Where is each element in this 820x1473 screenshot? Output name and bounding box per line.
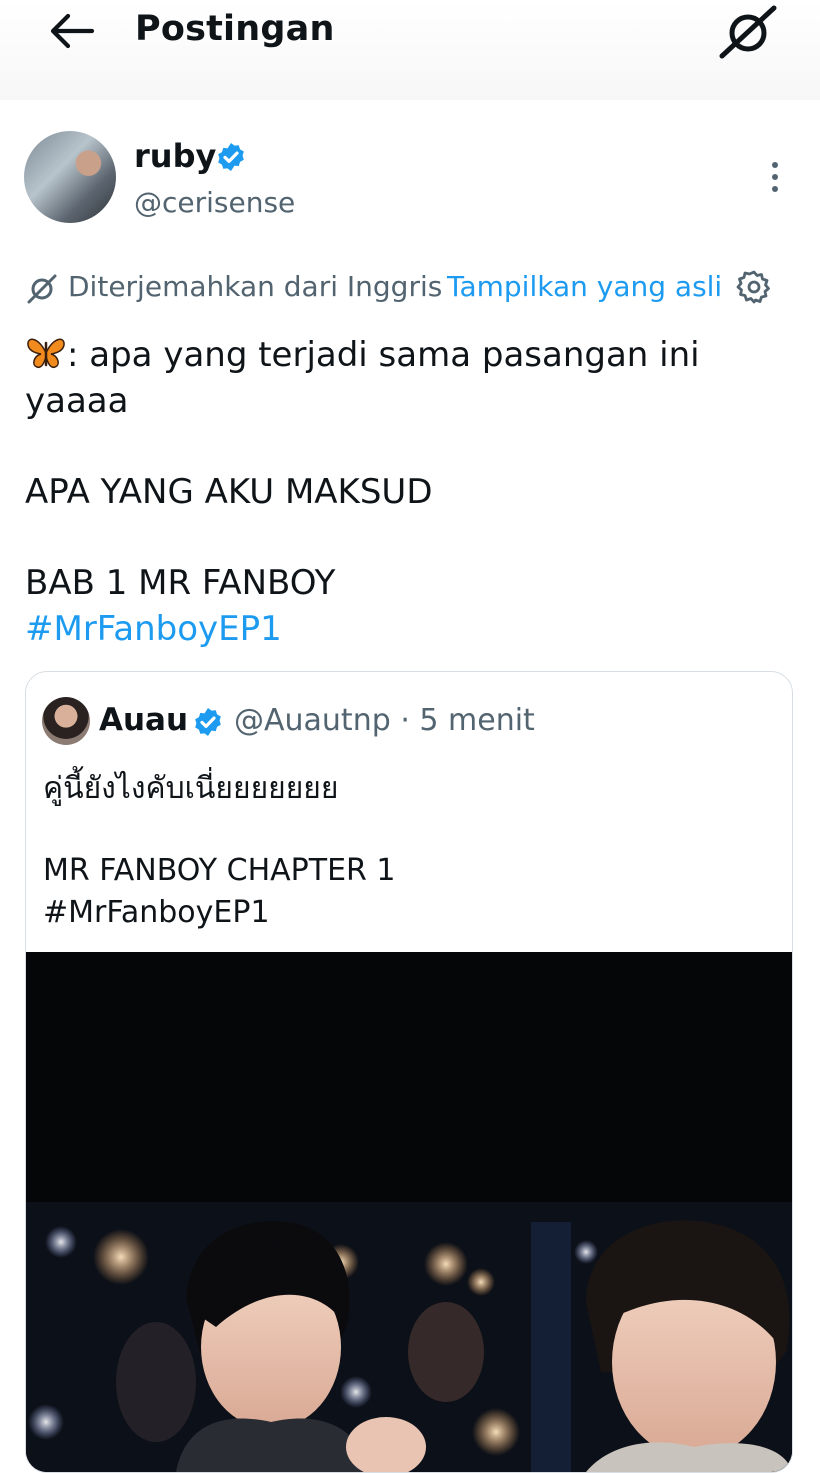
- arrow-left-icon: [50, 13, 95, 49]
- tweet-text: : apa yang terjadi sama pasangan ini yaa…: [25, 332, 785, 652]
- quoted-tweet-time: 5 menit: [419, 703, 535, 738]
- quoted-author-avatar[interactable]: [42, 697, 90, 745]
- quoted-author-display-name: Auau: [99, 702, 189, 738]
- verified-badge-icon: [195, 708, 221, 736]
- more-vertical-icon: [772, 162, 778, 192]
- quoted-author-handle: @Auautnp: [234, 703, 391, 738]
- meta-separator: ·: [400, 703, 420, 738]
- grok-button[interactable]: [716, 2, 780, 62]
- tweet-text-line: : apa yang terjadi sama pasangan ini yaa…: [25, 332, 785, 424]
- author-handle[interactable]: @cerisense: [134, 186, 295, 219]
- author-display-name[interactable]: ruby: [134, 137, 216, 175]
- more-options-button[interactable]: [758, 158, 792, 198]
- translation-settings-button[interactable]: [736, 269, 772, 305]
- translation-label: Diterjemahkan dari Inggris: [68, 270, 443, 303]
- photo-image: [26, 952, 792, 1472]
- author-avatar[interactable]: [24, 131, 116, 223]
- show-original-link[interactable]: Tampilkan yang asli: [447, 270, 722, 303]
- grok-icon: [719, 5, 777, 59]
- butterfly-icon: [27, 338, 65, 369]
- quoted-tweet-card[interactable]: Auau @Auautnp · 5 menit คู่นี้ยังไงคับเน…: [25, 671, 793, 1473]
- quoted-line-2: MR FANBOY CHAPTER 1: [43, 853, 396, 888]
- quoted-tweet-photo[interactable]: [26, 952, 792, 1472]
- grok-translate-icon: [27, 274, 57, 304]
- tweet-line-2: APA YANG AKU MAKSUD: [25, 472, 433, 512]
- tweet-line-3: BAB 1 MR FANBOY: [25, 563, 336, 603]
- gear-icon: [736, 270, 770, 304]
- tweet-line-1: : apa yang terjadi sama pasangan ini yaa…: [25, 335, 700, 421]
- quoted-line-1: คู่นี้ยังไงคับเนี่ยยยยยยย: [43, 771, 339, 806]
- verified-badge-icon: [218, 143, 244, 171]
- quoted-tweet-meta: @Auautnp · 5 menit: [234, 703, 535, 738]
- back-button[interactable]: [44, 6, 100, 56]
- page-title: Postingan: [135, 9, 335, 49]
- top-bar: Postingan: [0, 0, 820, 100]
- hashtag-link[interactable]: #MrFanboyEP1: [25, 606, 785, 652]
- quoted-line-3: #MrFanboyEP1: [43, 895, 270, 930]
- quoted-tweet-text: คู่นี้ยังไงคับเนี่ยยยยยยย MR FANBOY CHAP…: [43, 768, 783, 934]
